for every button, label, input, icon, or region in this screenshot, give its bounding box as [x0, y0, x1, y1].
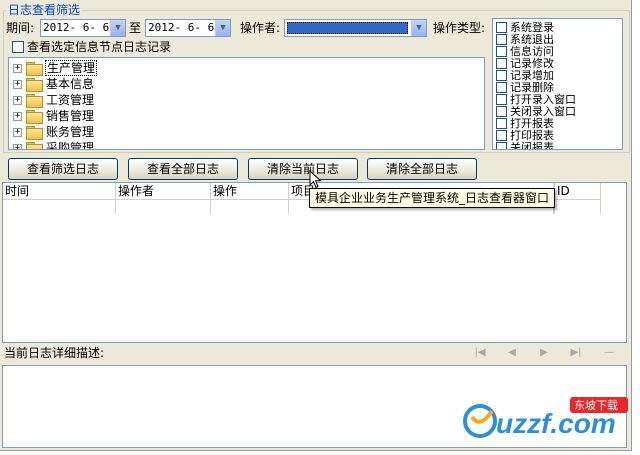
optype-item-label: 打开录入窗口: [510, 92, 576, 106]
tree-item[interactable]: + 生产管理: [13, 60, 98, 76]
optype-item-label: 关闭录入窗口: [510, 104, 576, 118]
expand-icon[interactable]: +: [13, 111, 22, 121]
delete-record-icon[interactable]: —: [603, 347, 615, 358]
optype-item[interactable]: 关闭录入窗口: [496, 105, 576, 117]
optype-checkbox[interactable]: [496, 81, 507, 93]
date-to-value: 2012- 6- 6: [148, 21, 215, 34]
optype-item[interactable]: 系统登录: [496, 21, 554, 33]
clear-all-button[interactable]: 清除全部日志: [367, 158, 477, 180]
tree-item-label: 账务管理: [46, 125, 95, 139]
column-header-operator[interactable]: 操作者: [116, 183, 211, 200]
period-label: 期间:: [6, 21, 35, 35]
optype-label: 操作类型:: [433, 21, 486, 35]
tree-item[interactable]: + 基本信息: [13, 76, 95, 92]
tree-item[interactable]: + 采购管理: [13, 140, 95, 150]
optype-item-label: 记录增加: [510, 68, 554, 82]
optype-item-label: 系统登录: [510, 20, 554, 34]
view-filtered-button[interactable]: 查看筛选日志: [8, 158, 118, 180]
column-header-id[interactable]: ID: [555, 183, 601, 200]
optype-checkbox[interactable]: [496, 69, 507, 81]
date-to-picker[interactable]: 2012- 6- 6 ▼: [145, 19, 231, 37]
chevron-down-icon[interactable]: ▼: [215, 20, 230, 36]
prev-record-icon[interactable]: ◀: [506, 347, 518, 358]
optype-checkbox[interactable]: [496, 93, 507, 105]
window-tooltip: 模具企业业务生产管理系统_日志查看器窗口: [309, 188, 555, 208]
optype-checkbox[interactable]: [496, 57, 507, 69]
optype-item[interactable]: 记录修改: [496, 57, 554, 69]
optype-item[interactable]: 关闭报表: [496, 140, 554, 150]
first-record-icon[interactable]: |◀: [474, 347, 486, 358]
filter-group-title: 日志查看筛选: [6, 3, 83, 17]
optype-checklist[interactable]: 系统登录 系统退出 信息访问 记录修改 记录增加 记录删除 打开录入窗口 关闭录…: [492, 18, 623, 150]
folder-icon: [26, 110, 43, 124]
optype-checkbox[interactable]: [496, 117, 507, 129]
tree-item[interactable]: + 工资管理: [13, 92, 95, 108]
node-log-checkbox[interactable]: [12, 41, 24, 53]
optype-item[interactable]: 记录删除: [496, 81, 554, 93]
table-cell: [211, 200, 289, 214]
tree-item[interactable]: + 账务管理: [13, 124, 95, 140]
watermark-tag: 东坡下载: [574, 399, 618, 412]
module-tree[interactable]: + 生产管理 + 基本信息 + 工资管理 + 销售管理 + 账务管理 + 采购管…: [8, 57, 485, 150]
chevron-down-icon[interactable]: ▼: [110, 20, 125, 36]
optype-item[interactable]: 打印报表: [496, 129, 554, 141]
optype-item-label: 关闭报表: [510, 140, 554, 150]
optype-item-label: 记录修改: [510, 56, 554, 70]
operator-label: 操作者:: [240, 21, 281, 35]
node-log-checkbox-label: 查看选定信息节点日志记录: [27, 40, 172, 54]
optype-item-label: 打开报表: [510, 116, 554, 130]
optype-checkbox[interactable]: [496, 45, 507, 57]
column-header-operation[interactable]: 操作: [211, 183, 289, 200]
operator-select[interactable]: ▼: [284, 19, 427, 37]
next-record-icon[interactable]: ▶: [538, 347, 550, 358]
table-cell: [555, 200, 601, 214]
expand-icon[interactable]: +: [13, 95, 22, 105]
optype-item[interactable]: 打开报表: [496, 117, 554, 129]
view-all-button[interactable]: 查看全部日志: [128, 158, 238, 180]
optype-checkbox[interactable]: [496, 129, 507, 141]
table-cell: [3, 200, 116, 214]
folder-icon: [26, 126, 43, 140]
optype-item-label: 信息访问: [510, 44, 554, 58]
optype-checkbox[interactable]: [496, 141, 507, 149]
optype-item-label: 系统退出: [510, 32, 554, 46]
clear-current-button[interactable]: 清除当前日志: [248, 158, 358, 180]
optype-checkbox[interactable]: [496, 33, 507, 45]
mouse-cursor-icon: [309, 170, 322, 189]
tree-item-label: 生产管理: [45, 60, 98, 76]
folder-icon: [26, 94, 43, 108]
optype-item[interactable]: 记录增加: [496, 69, 554, 81]
uzzf-watermark-logo: uzzf.com 东坡下载: [463, 397, 628, 439]
tree-item[interactable]: + 销售管理: [13, 108, 95, 124]
log-viewer-window: 日志查看筛选 期间: 2012- 6- 6 ▼ 至 2012- 6- 6 ▼ 操…: [0, 0, 632, 451]
folder-icon: [26, 142, 43, 149]
table-cell: [116, 200, 211, 214]
expand-icon[interactable]: +: [13, 143, 22, 149]
expand-icon[interactable]: +: [13, 127, 22, 137]
optype-item-label: 打印报表: [510, 128, 554, 142]
optype-item-label: 记录删除: [510, 80, 554, 94]
detail-label: 当前日志详细描述:: [4, 346, 105, 360]
expand-icon[interactable]: +: [13, 63, 22, 73]
optype-item[interactable]: 信息访问: [496, 45, 554, 57]
expand-icon[interactable]: +: [13, 79, 22, 89]
chevron-down-icon[interactable]: ▼: [411, 20, 426, 36]
optype-item[interactable]: 打开录入窗口: [496, 93, 576, 105]
optype-checkbox[interactable]: [496, 21, 507, 33]
tree-item-label: 工资管理: [46, 93, 95, 107]
date-from-picker[interactable]: 2012- 6- 6 ▼: [40, 19, 126, 37]
operator-selected-highlight: [287, 22, 408, 34]
tree-item-label: 销售管理: [46, 109, 95, 123]
folder-icon: [26, 78, 43, 92]
folder-icon: [26, 62, 43, 76]
optype-item[interactable]: 系统退出: [496, 33, 554, 45]
column-header-time[interactable]: 时间: [3, 183, 116, 200]
to-label: 至: [129, 21, 142, 35]
last-record-icon[interactable]: ▶|: [570, 347, 582, 358]
date-from-value: 2012- 6- 6: [43, 21, 110, 34]
tree-item-label: 采购管理: [46, 141, 95, 150]
optype-checkbox[interactable]: [496, 105, 507, 117]
tree-item-label: 基本信息: [46, 77, 95, 91]
